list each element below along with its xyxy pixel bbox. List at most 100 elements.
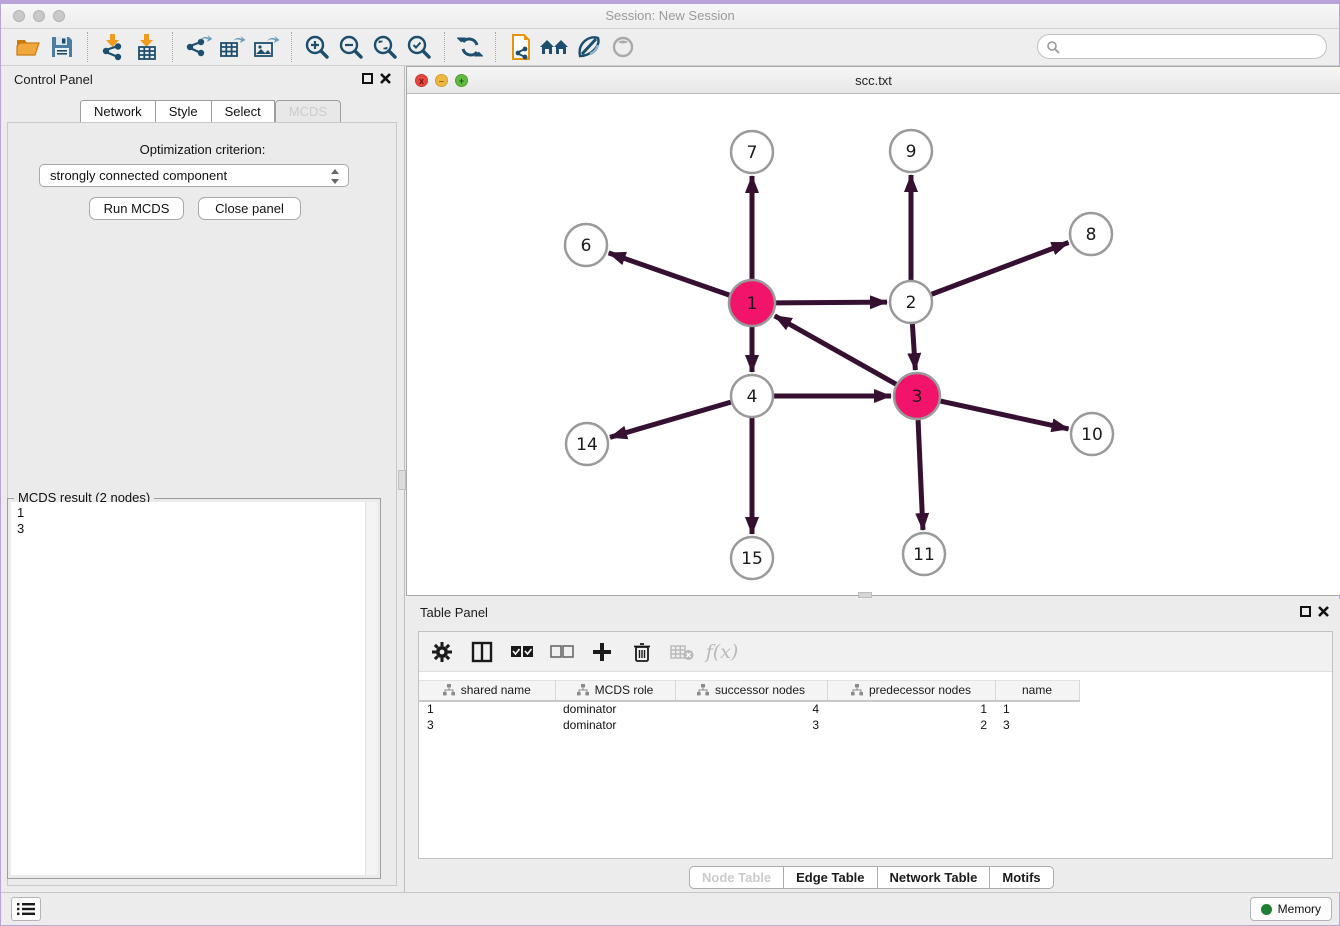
column-header-predecessor-nodes[interactable]: predecessor nodes bbox=[827, 681, 995, 701]
tab-edge-table[interactable]: Edge Table bbox=[784, 866, 877, 889]
tab-select[interactable]: Select bbox=[212, 100, 275, 123]
zoom-out-button[interactable] bbox=[334, 32, 368, 62]
cell-name[interactable]: 3 bbox=[995, 717, 1079, 733]
export-network-button[interactable] bbox=[181, 32, 215, 62]
open-session-button[interactable] bbox=[11, 32, 45, 62]
graph-node-4[interactable]: 4 bbox=[731, 375, 773, 417]
home-fit-button[interactable] bbox=[538, 32, 572, 62]
graph-edge-3-11[interactable] bbox=[918, 420, 923, 530]
graph-edge-1-6[interactable] bbox=[609, 253, 730, 295]
toolbar-separator bbox=[87, 32, 88, 62]
column-header-mcds-role[interactable]: MCDS role bbox=[555, 681, 675, 701]
export-table-icon bbox=[218, 34, 246, 60]
import-network-button[interactable] bbox=[96, 32, 130, 62]
graph-edge-2-8[interactable] bbox=[932, 242, 1069, 294]
graph-edge-4-14[interactable] bbox=[610, 402, 731, 437]
delete-column-button[interactable] bbox=[629, 639, 655, 665]
split-pane-divider[interactable] bbox=[398, 470, 406, 490]
graph-edge-2-3[interactable] bbox=[912, 324, 915, 370]
mcds-result-text[interactable]: 1 3 bbox=[11, 502, 377, 875]
search-field[interactable] bbox=[1037, 34, 1327, 59]
search-icon bbox=[1046, 40, 1060, 54]
gear-button[interactable] bbox=[429, 639, 455, 665]
cell-name[interactable]: 1 bbox=[995, 701, 1079, 717]
window-titlebar: Session: New Session bbox=[1, 4, 1339, 29]
graph-node-label: 11 bbox=[913, 545, 935, 565]
eye-button[interactable] bbox=[606, 32, 640, 62]
add-icon bbox=[592, 642, 612, 662]
tab-mcds[interactable]: MCDS bbox=[275, 100, 341, 123]
float-table-panel-icon[interactable] bbox=[1300, 606, 1311, 617]
network-graph[interactable]: 7 9 6 8 1 2 4 3 14 10 15 11 bbox=[407, 94, 1340, 595]
cell-mcds-role[interactable]: dominator bbox=[555, 701, 675, 717]
table-row[interactable]: 1 dominator 4 1 1 bbox=[419, 701, 1079, 717]
zoom-fit-button[interactable] bbox=[368, 32, 402, 62]
cell-predecessor-nodes[interactable]: 2 bbox=[827, 717, 995, 733]
control-panel-title: Control Panel bbox=[14, 72, 93, 87]
export-image-button[interactable] bbox=[249, 32, 283, 62]
tab-network[interactable]: Network bbox=[80, 100, 156, 123]
graph-node-label: 4 bbox=[747, 387, 758, 407]
table-row[interactable]: 3 dominator 3 2 3 bbox=[419, 717, 1079, 733]
refresh-button[interactable] bbox=[453, 32, 487, 62]
clone-network-button[interactable] bbox=[504, 32, 538, 62]
graph-node-7[interactable]: 7 bbox=[731, 131, 773, 173]
tab-style[interactable]: Style bbox=[156, 100, 212, 123]
graph-node-6[interactable]: 6 bbox=[565, 224, 607, 266]
float-panel-icon[interactable] bbox=[362, 73, 373, 84]
deselect-all-button[interactable] bbox=[549, 639, 575, 665]
result-scrollbar[interactable] bbox=[365, 502, 377, 875]
optimization-criterion-select[interactable]: strongly connected component bbox=[39, 164, 349, 187]
function-button[interactable]: f(x) bbox=[709, 639, 735, 665]
cell-shared-name[interactable]: 3 bbox=[419, 717, 555, 733]
tab-network-table[interactable]: Network Table bbox=[878, 866, 991, 889]
show-columns-button[interactable] bbox=[469, 639, 495, 665]
save-session-button[interactable] bbox=[45, 32, 79, 62]
cell-successor-nodes[interactable]: 4 bbox=[675, 701, 827, 717]
search-input[interactable] bbox=[1060, 40, 1300, 54]
graph-edge-3-10[interactable] bbox=[940, 401, 1068, 429]
memory-button[interactable]: Memory bbox=[1250, 897, 1332, 921]
graph-node-10[interactable]: 10 bbox=[1071, 413, 1113, 455]
graph-node-1[interactable]: 1 bbox=[729, 280, 775, 326]
columns-icon bbox=[471, 641, 493, 663]
graph-edge-3-1[interactable] bbox=[775, 316, 896, 384]
graph-node-14[interactable]: 14 bbox=[566, 423, 608, 465]
export-table-button[interactable] bbox=[215, 32, 249, 62]
add-column-button[interactable] bbox=[589, 639, 615, 665]
zoom-in-button[interactable] bbox=[300, 32, 334, 62]
frame-resize-handle[interactable] bbox=[858, 592, 872, 598]
close-panel-icon[interactable] bbox=[379, 72, 392, 85]
network-view[interactable]: 7 9 6 8 1 2 4 3 14 10 15 11 bbox=[407, 94, 1340, 595]
cell-shared-name[interactable]: 1 bbox=[419, 701, 555, 717]
cell-successor-nodes[interactable]: 3 bbox=[675, 717, 827, 733]
network-frame-title: scc.txt bbox=[407, 73, 1340, 88]
tab-node-table[interactable]: Node Table bbox=[689, 866, 784, 889]
column-header-shared-name[interactable]: shared name bbox=[419, 681, 555, 701]
graph-edge-1-2[interactable] bbox=[776, 302, 887, 303]
delete-table-button[interactable] bbox=[669, 639, 695, 665]
graph-node-9[interactable]: 9 bbox=[890, 130, 932, 172]
cell-predecessor-nodes[interactable]: 1 bbox=[827, 701, 995, 717]
graph-node-8[interactable]: 8 bbox=[1070, 213, 1112, 255]
network-frame-titlebar[interactable]: x – + scc.txt bbox=[407, 67, 1340, 94]
close-table-panel-icon[interactable] bbox=[1317, 605, 1330, 618]
tab-motifs[interactable]: Motifs bbox=[990, 866, 1053, 889]
table-toolbar: f(x) bbox=[419, 632, 1332, 672]
graph-node-3[interactable]: 3 bbox=[894, 373, 940, 419]
cell-mcds-role[interactable]: dominator bbox=[555, 717, 675, 733]
graph-node-15[interactable]: 15 bbox=[731, 537, 773, 579]
import-table-button[interactable] bbox=[130, 32, 164, 62]
memory-label: Memory bbox=[1278, 902, 1321, 916]
graph-node-2[interactable]: 2 bbox=[890, 281, 932, 323]
zoom-selected-button[interactable] bbox=[402, 32, 436, 62]
run-mcds-button[interactable]: Run MCDS bbox=[89, 197, 184, 220]
graph-node-11[interactable]: 11 bbox=[903, 533, 945, 575]
close-panel-button[interactable]: Close panel bbox=[198, 197, 301, 220]
column-header-name[interactable]: name bbox=[995, 681, 1079, 701]
task-history-button[interactable] bbox=[11, 897, 41, 921]
select-all-button[interactable] bbox=[509, 639, 535, 665]
style-brush-button[interactable] bbox=[572, 32, 606, 62]
column-header-successor-nodes[interactable]: successor nodes bbox=[675, 681, 827, 701]
graph-node-label: 6 bbox=[581, 236, 592, 256]
